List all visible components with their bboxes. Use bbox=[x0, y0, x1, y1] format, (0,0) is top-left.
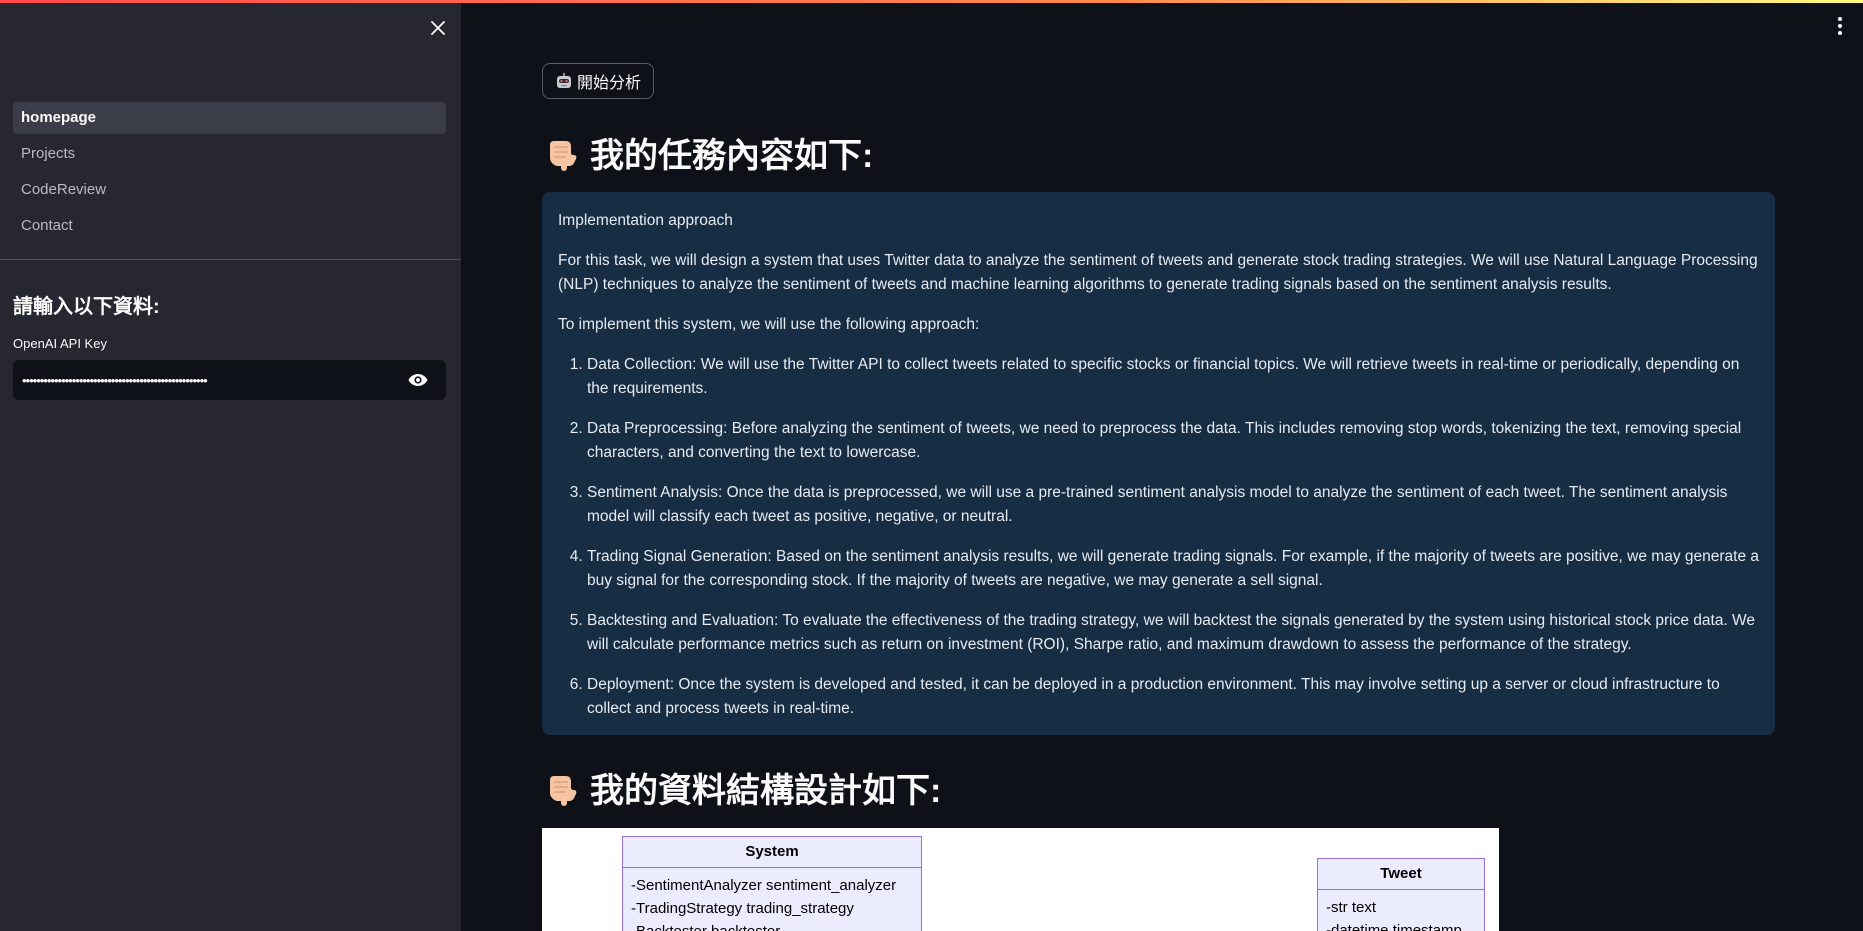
task-heading: Implementation approach bbox=[558, 212, 733, 229]
api-key-value[interactable]: ••••••••••••••••••••••••••••••••••••••••… bbox=[22, 373, 398, 388]
task-section-title: 我的任務內容如下: bbox=[544, 128, 873, 177]
eye-icon bbox=[408, 374, 428, 386]
menu-dot-icon bbox=[1838, 17, 1842, 21]
uml-class-tweet: Tweet -str text -datetime timestamp bbox=[1317, 858, 1485, 931]
task-lead: To implement this system, we will use th… bbox=[558, 316, 980, 333]
api-key-label: OpenAI API Key bbox=[13, 336, 107, 351]
uml-class-name: System bbox=[623, 837, 921, 868]
uml-class-name: Tweet bbox=[1318, 859, 1484, 890]
task-intro: For this task, we will design a system t… bbox=[558, 252, 1758, 293]
api-key-input[interactable]: ••••••••••••••••••••••••••••••••••••••••… bbox=[13, 360, 446, 400]
show-password-button[interactable] bbox=[398, 360, 438, 400]
close-icon bbox=[431, 21, 445, 35]
pointing-down-hand-icon bbox=[550, 775, 577, 806]
data-section-title-text: 我的資料結構設計如下: bbox=[590, 772, 942, 810]
top-decoration-bar bbox=[0, 0, 1863, 3]
list-item: Deployment: Once the system is developed… bbox=[587, 673, 1759, 721]
class-diagram: System -SentimentAnalyzer sentiment_anal… bbox=[542, 828, 1499, 931]
sidebar-item-codereview[interactable]: CodeReview bbox=[13, 174, 446, 206]
sidebar-nav: homepage Projects CodeReview Contact bbox=[13, 102, 446, 246]
list-item: Trading Signal Generation: Based on the … bbox=[587, 545, 1759, 593]
list-item: Backtesting and Evaluation: To evaluate … bbox=[587, 609, 1759, 657]
sidebar: homepage Projects CodeReview Contact 請輸入… bbox=[0, 0, 461, 931]
main-menu-button[interactable] bbox=[1832, 14, 1848, 38]
task-section-title-text: 我的任務內容如下: bbox=[590, 137, 874, 175]
close-sidebar-button[interactable] bbox=[426, 16, 450, 40]
list-item: Data Collection: We will use the Twitter… bbox=[587, 353, 1759, 401]
sidebar-item-contact[interactable]: Contact bbox=[13, 210, 446, 242]
sidebar-item-homepage[interactable]: homepage bbox=[13, 102, 446, 134]
uml-attribute: -TradingStrategy trading_strategy bbox=[631, 900, 854, 917]
list-item: Data Preprocessing: Before analyzing the… bbox=[587, 417, 1759, 465]
sidebar-heading: 請輸入以下資料: bbox=[13, 296, 160, 318]
sidebar-divider bbox=[0, 259, 461, 260]
start-analysis-label: 開始分析 bbox=[577, 75, 642, 92]
sidebar-item-projects[interactable]: Projects bbox=[13, 138, 446, 170]
start-analysis-button[interactable]: 開始分析 bbox=[542, 63, 655, 99]
task-info-box: Implementation approach For this task, w… bbox=[542, 192, 1775, 735]
uml-attribute: -datetime timestamp bbox=[1326, 922, 1462, 931]
list-item: Sentiment Analysis: Once the data is pre… bbox=[587, 481, 1759, 529]
task-steps-list: Data Collection: We will use the Twitter… bbox=[558, 353, 1759, 721]
uml-attribute: -Backtester backtester bbox=[623, 920, 921, 931]
uml-attribute: -SentimentAnalyzer sentiment_analyzer bbox=[631, 877, 897, 894]
robot-icon bbox=[557, 73, 571, 88]
pointing-down-hand-icon bbox=[550, 140, 577, 171]
uml-attribute: -str text bbox=[1326, 899, 1377, 916]
menu-dot-icon bbox=[1838, 31, 1842, 35]
uml-class-system: System -SentimentAnalyzer sentiment_anal… bbox=[622, 836, 922, 931]
menu-dot-icon bbox=[1838, 24, 1842, 28]
data-section-title: 我的資料結構設計如下: bbox=[544, 763, 941, 812]
